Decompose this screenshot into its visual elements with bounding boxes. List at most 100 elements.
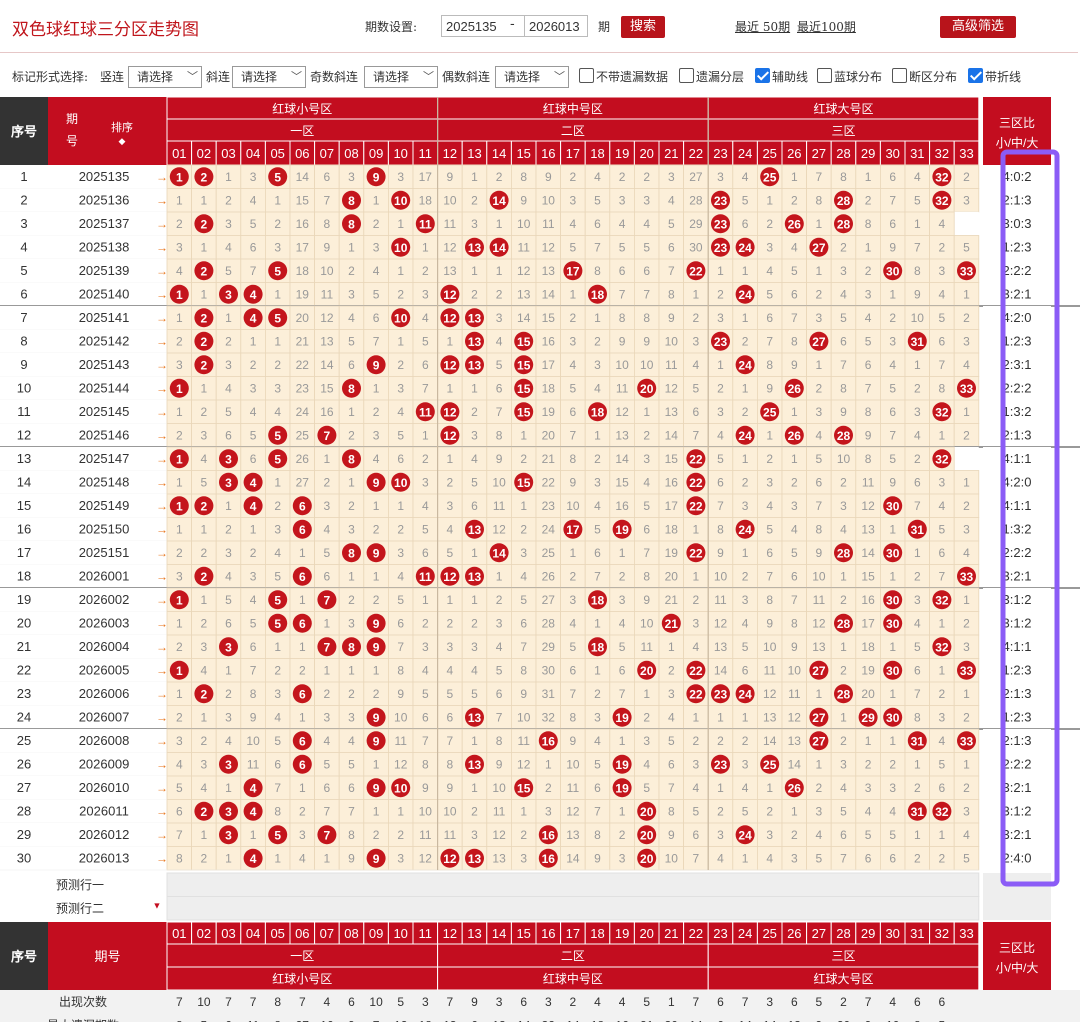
chevron-down-icon: ﹀	[554, 70, 565, 83]
omission-value: 7	[889, 429, 896, 443]
omission-value: 3	[865, 288, 872, 302]
search-button[interactable]: 搜索	[621, 16, 665, 38]
period-setting-label: 期数设置:	[365, 20, 418, 34]
omission-value: 2	[889, 311, 896, 325]
omission-value: 1	[373, 664, 380, 678]
omission-value: 6	[520, 617, 527, 631]
omission-value: 3	[201, 640, 208, 654]
omission-value: 2	[668, 664, 675, 678]
ball-number: 23	[714, 335, 728, 349]
ball-number: 23	[714, 758, 728, 772]
omission-value: 11	[517, 241, 530, 255]
omission-value: 2	[619, 828, 626, 842]
omission-value: 22	[542, 476, 556, 490]
omission-value: 1	[914, 358, 921, 372]
arrow-icon: →	[156, 452, 168, 466]
ball-number: 1	[176, 170, 183, 184]
stats-value: 10	[886, 1019, 900, 1023]
omission-value: 3	[963, 640, 970, 654]
omission-value: 19	[665, 546, 679, 560]
omission-value: 1	[914, 828, 921, 842]
diagonal-select[interactable]: 请选择 ﹀	[232, 66, 306, 88]
number-header: 22	[689, 146, 703, 161]
omission-value: 6	[717, 476, 724, 490]
row-ratio: 2:1:3	[1003, 686, 1032, 701]
omission-value: 5	[939, 311, 946, 325]
omission-value: 4	[766, 264, 773, 278]
omission-value: 2	[422, 617, 429, 631]
checkbox-no-omission-label: 不带遗漏数据	[596, 70, 669, 84]
omission-value: 1	[422, 593, 429, 607]
expand-icon: ▼	[153, 901, 162, 911]
arrow-icon: →	[156, 241, 168, 255]
stats-value: 7	[225, 995, 232, 1009]
omission-value: 6	[643, 264, 650, 278]
checkbox-break-zone[interactable]	[892, 68, 907, 83]
omission-value: 7	[840, 852, 847, 866]
omission-value: 10	[419, 805, 433, 819]
footer-ratio-line2: 小/中/大	[996, 960, 1039, 975]
row-ratio: 2:1:3	[1003, 193, 1032, 208]
checkbox-aux-line[interactable]	[755, 68, 770, 83]
omission-value: 6	[766, 546, 773, 560]
ball-number: 27	[812, 711, 826, 725]
omission-value: 8	[422, 758, 429, 772]
omission-value: 1	[766, 194, 773, 208]
omission-value: 16	[665, 476, 679, 490]
advanced-filter-button[interactable]: 高级筛选	[940, 16, 1016, 38]
omission-value: 7	[939, 570, 946, 584]
footer-number: 18	[590, 926, 604, 941]
odd-diagonal-select[interactable]: 请选择 ﹀	[364, 66, 438, 88]
footer-number: 06	[295, 926, 309, 941]
omission-value: 3	[250, 570, 257, 584]
checkbox-polyline[interactable]	[968, 68, 983, 83]
recent-100-link[interactable]: 最近100期	[797, 18, 856, 35]
footer-number: 03	[221, 926, 235, 941]
omission-value: 10	[517, 711, 531, 725]
omission-value: 3	[816, 805, 823, 819]
stats-value: 13	[443, 1019, 457, 1023]
omission-value: 4	[693, 781, 700, 795]
vertical-select[interactable]: 请选择 ﹀	[128, 66, 202, 88]
footer-number: 26	[787, 926, 801, 941]
omission-value: 4	[274, 711, 281, 725]
omission-value: 1	[594, 429, 601, 443]
ball-number: 19	[615, 523, 629, 537]
omission-value: 2	[570, 311, 577, 325]
stats-value: 4	[619, 995, 626, 1009]
checkbox-no-omission[interactable]	[579, 68, 594, 83]
omission-value: 7	[914, 499, 921, 513]
omission-value: 6	[250, 452, 257, 466]
omission-value: 10	[443, 805, 457, 819]
omission-value: 14	[714, 664, 728, 678]
omission-value: 16	[542, 335, 556, 349]
omission-value: 1	[299, 593, 306, 607]
omission-value: 2	[742, 476, 749, 490]
stats-value: 6	[791, 995, 798, 1009]
number-header: 25	[762, 146, 776, 161]
omission-value: 2	[201, 405, 208, 419]
ball-number: 1	[176, 452, 183, 466]
omission-value: 1	[791, 452, 798, 466]
row-ratio: 4:1:1	[1003, 639, 1032, 654]
period-to-input[interactable]: 2026013	[524, 15, 588, 37]
arrow-icon: →	[156, 546, 168, 560]
recent-50-link[interactable]: 最近 50期	[735, 18, 790, 35]
omission-value: 3	[496, 311, 503, 325]
omission-value: 5	[250, 617, 257, 631]
omission-value: 4	[373, 452, 380, 466]
omission-value: 5	[176, 781, 183, 795]
omission-value: 10	[665, 852, 679, 866]
omission-value: 2	[274, 499, 281, 513]
omission-value: 2	[939, 241, 946, 255]
omission-value: 9	[422, 781, 429, 795]
even-diagonal-select[interactable]: 请选择 ﹀	[495, 66, 569, 88]
row-seq: 30	[17, 851, 31, 866]
omission-value: 12	[566, 805, 580, 819]
checkbox-omission-layer[interactable]	[679, 68, 694, 83]
omission-value: 1	[471, 170, 478, 184]
omission-value: 23	[542, 499, 556, 513]
omission-value: 2	[570, 570, 577, 584]
checkbox-aux-line-label: 辅助线	[772, 70, 809, 84]
checkbox-blue-distribution[interactable]	[817, 68, 832, 83]
